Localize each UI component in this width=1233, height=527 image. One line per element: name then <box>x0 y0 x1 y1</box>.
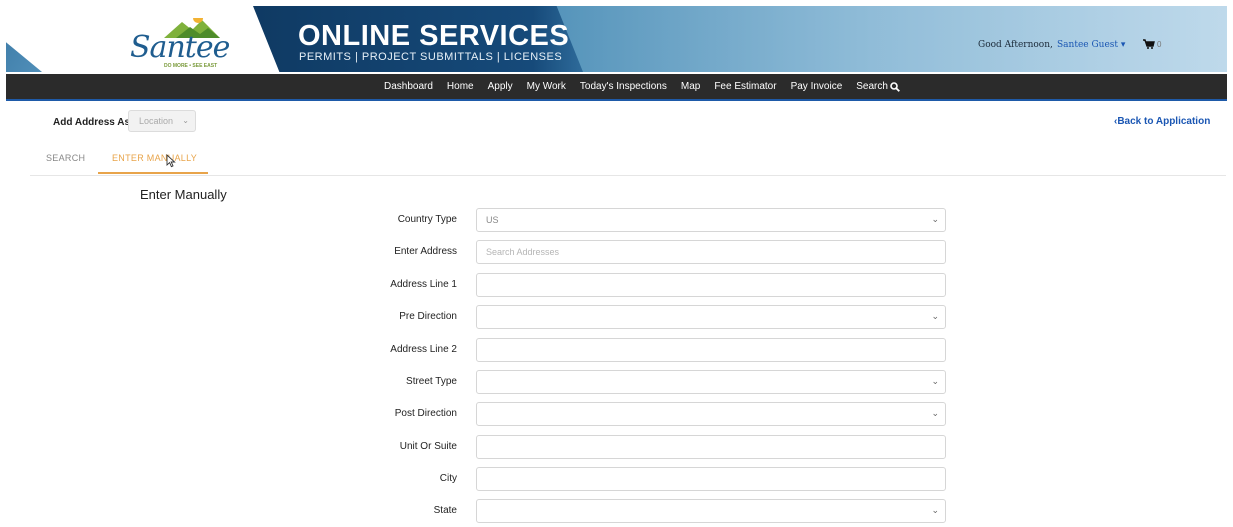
street-type-row: Street Type ⌄ <box>0 370 1233 394</box>
main-nav: Dashboard Home Apply My Work Today's Ins… <box>6 74 1227 101</box>
chevron-down-icon: ⌄ <box>931 311 939 321</box>
state-select[interactable]: ⌄ <box>476 499 946 523</box>
nav-apply[interactable]: Apply <box>488 81 513 92</box>
nav-dashboard[interactable]: Dashboard <box>384 81 433 92</box>
state-label: State <box>433 505 457 516</box>
back-to-application-link[interactable]: ‹Back to Application <box>1114 116 1210 127</box>
add-address-select[interactable]: Location ⌄ <box>128 110 196 132</box>
cart-icon <box>1143 39 1155 49</box>
nav-search[interactable]: Search <box>856 81 900 92</box>
user-name: Santee Guest <box>1057 40 1119 50</box>
chevron-down-icon: ⌄ <box>931 376 939 386</box>
unit-or-suite-input[interactable] <box>476 435 946 459</box>
post-direction-select[interactable]: ⌄ <box>476 402 946 426</box>
state-row: State ⌄ <box>0 499 1233 523</box>
post-direction-label: Post Direction <box>394 408 457 419</box>
chevron-down-icon: ⌄ <box>931 214 939 224</box>
city-label: City <box>439 473 457 484</box>
logo-wordmark: Santee <box>130 30 230 65</box>
tab-enter-manually[interactable]: ENTER MANUALLY <box>112 153 197 163</box>
address-line-1-input[interactable] <box>476 273 946 297</box>
address-line-1-row: Address Line 1 <box>0 273 1233 297</box>
address-line-1-label: Address Line 1 <box>390 279 457 290</box>
country-type-value: US <box>486 215 499 225</box>
cart-button[interactable]: 0 <box>1143 39 1161 49</box>
user-menu[interactable]: Santee Guest ▾ <box>1057 40 1125 50</box>
address-line-2-row: Address Line 2 <box>0 338 1233 362</box>
pre-direction-select[interactable]: ⌄ <box>476 305 946 329</box>
search-icon <box>890 81 900 92</box>
logo-tagline: DO MORE • SEE EAST <box>164 63 218 69</box>
chevron-down-icon: ⌄ <box>931 505 939 515</box>
pre-direction-label: Pre Direction <box>399 311 457 322</box>
nav-map[interactable]: Map <box>681 81 700 92</box>
address-line-2-input[interactable] <box>476 338 946 362</box>
active-tab-indicator <box>98 172 208 174</box>
header-banner: Santee DO MORE • SEE EAST ONLINE SERVICE… <box>6 6 1227 72</box>
city-row: City <box>0 467 1233 491</box>
enter-address-input[interactable]: Search Addresses <box>476 240 946 264</box>
nav-search-label: Search <box>856 81 888 92</box>
add-address-value: Location <box>139 116 174 126</box>
page-subtitle: PERMITS | PROJECT SUBMITTALS | LICENSES <box>299 51 563 63</box>
address-line-2-label: Address Line 2 <box>390 344 457 355</box>
cart-count: 0 <box>1157 39 1162 49</box>
section-title: Enter Manually <box>140 187 227 202</box>
country-type-select[interactable]: US ⌄ <box>476 208 946 232</box>
santee-logo[interactable]: Santee DO MORE • SEE EAST <box>126 18 236 69</box>
page-title: ONLINE SERVICES <box>298 20 570 52</box>
post-direction-row: Post Direction ⌄ <box>0 402 1233 426</box>
nav-fee-estimator[interactable]: Fee Estimator <box>714 81 776 92</box>
unit-or-suite-row: Unit Or Suite <box>0 435 1233 459</box>
city-input[interactable] <box>476 467 946 491</box>
chevron-down-icon: ▾ <box>1120 40 1126 50</box>
enter-address-row: Enter Address Search Addresses <box>0 240 1233 264</box>
chevron-down-icon: ⌄ <box>931 408 939 418</box>
street-type-label: Street Type <box>406 376 457 387</box>
unit-or-suite-label: Unit Or Suite <box>399 441 457 452</box>
country-type-label: Country Type <box>397 214 457 225</box>
nav-todays-inspections[interactable]: Today's Inspections <box>580 81 667 92</box>
mouse-cursor-icon <box>166 154 176 168</box>
pre-direction-row: Pre Direction ⌄ <box>0 305 1233 329</box>
add-address-label: Add Address As <box>53 117 131 128</box>
tab-search[interactable]: SEARCH <box>46 153 85 163</box>
address-tabs: SEARCH ENTER MANUALLY <box>30 140 1226 176</box>
nav-home[interactable]: Home <box>447 81 474 92</box>
country-type-row: Country Type US ⌄ <box>0 208 1233 232</box>
nav-pay-invoice[interactable]: Pay Invoice <box>791 81 843 92</box>
nav-my-work[interactable]: My Work <box>527 81 566 92</box>
street-type-select[interactable]: ⌄ <box>476 370 946 394</box>
enter-address-label: Enter Address <box>394 246 457 257</box>
chevron-down-icon: ⌄ <box>182 116 189 125</box>
greeting-text: Good Afternoon, <box>978 40 1053 50</box>
